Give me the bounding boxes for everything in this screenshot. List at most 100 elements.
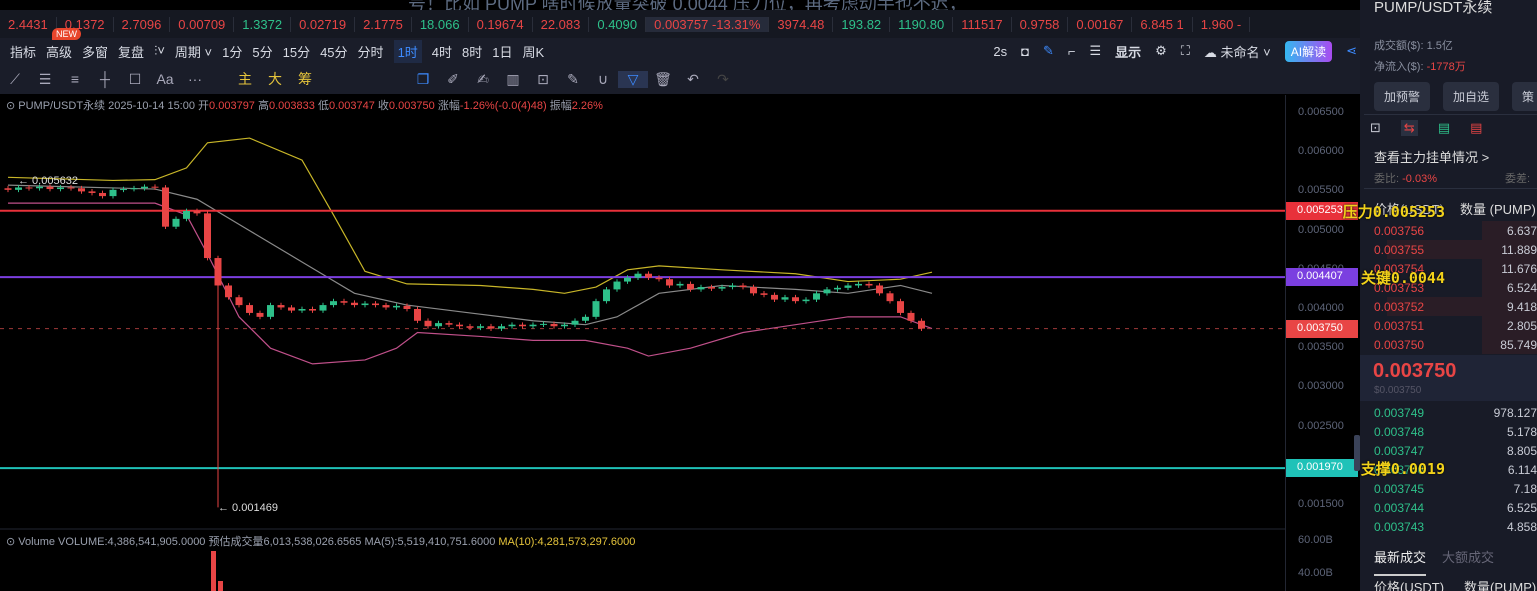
chips-button[interactable]: 筹 xyxy=(290,69,320,89)
trades-qty-header: 数量(PUMP) xyxy=(1464,580,1537,591)
ticker-item[interactable]: 2.7096 xyxy=(114,16,171,32)
horizontal-ray-icon[interactable]: ┼ xyxy=(90,71,120,87)
orderbook-row[interactable]: 0.003747 8.805 xyxy=(1360,441,1537,460)
orderbook-row[interactable]: 0.003744 6.525 xyxy=(1360,498,1537,517)
orderbook-row[interactable]: 0.003755 11.889 xyxy=(1360,240,1537,259)
bid-ask-diff-label: 委差: xyxy=(1505,173,1531,185)
orderbook-row[interactable]: 0.003748 5.178 xyxy=(1360,422,1537,441)
ticker-strip[interactable]: 2.4431 0.1372 2.7096 0.00709 1.3372 0.02719 2.… xyxy=(0,10,1360,38)
orderbook-row[interactable]: 0.003750 85.749 xyxy=(1360,335,1537,354)
big-order-button[interactable]: 大 xyxy=(260,69,290,89)
bids-view-icon[interactable]: ▤ xyxy=(1438,120,1450,136)
toolbar-item[interactable]: 4时 xyxy=(432,42,452,61)
orderbook-row[interactable]: 0.003752 9.418 xyxy=(1360,297,1537,316)
undo-icon[interactable]: ↶ xyxy=(678,71,708,88)
trendline-icon[interactable]: ⟋ xyxy=(0,71,30,88)
price-axis[interactable]: 0.0065000.0060000.0055000.0050000.004500… xyxy=(1285,95,1360,591)
toolbar-item[interactable]: 周期 ˅ xyxy=(175,42,212,61)
candle-body xyxy=(603,289,610,302)
copy-icon[interactable]: ❐ xyxy=(408,71,438,88)
asks-view-icon[interactable]: ▤ xyxy=(1470,120,1482,136)
fullscreen-icon[interactable]: ⛶ xyxy=(1181,43,1190,59)
layout-select[interactable]: ☁ 未命名 ˅ xyxy=(1204,42,1271,61)
parallel-lines-icon[interactable]: ☰ xyxy=(30,71,60,88)
toolbar-item[interactable]: 分时 xyxy=(358,42,384,61)
trash-icon[interactable]: 🗑 xyxy=(648,71,678,88)
toolbar-item[interactable]: 5分 xyxy=(252,42,272,61)
ticker-item[interactable]: 1.3372 xyxy=(234,16,292,32)
ticker-item[interactable]: 0.02719 xyxy=(291,16,356,32)
ticker-item[interactable]: 0.19674 xyxy=(469,16,533,32)
toolbar-item[interactable]: 8时 xyxy=(462,42,482,61)
settings-icon[interactable]: ⚙ xyxy=(1155,43,1167,59)
refresh-interval[interactable]: 2s xyxy=(993,44,1007,59)
add-alert-button[interactable]: 加预警 xyxy=(1374,82,1431,111)
ticker-item[interactable]: 22.083 xyxy=(533,16,590,32)
price-tick: 0.001500 xyxy=(1298,498,1344,510)
add-window-icon[interactable]: ⌐ xyxy=(1068,44,1076,59)
orderbook-row[interactable]: 0.003745 7.18 xyxy=(1360,479,1537,498)
text-tool[interactable]: Aa xyxy=(150,71,180,87)
ai-button[interactable]: AI解读 xyxy=(1284,40,1333,62)
more-tools[interactable]: ··· xyxy=(180,71,210,87)
strategy-button[interactable]: 策 xyxy=(1512,82,1537,111)
ticker-item[interactable]: 111517 xyxy=(953,16,1012,32)
toolbar-item[interactable]: 周K xyxy=(523,42,545,61)
change-value: -1.26%(-0.0(4)48) xyxy=(459,100,547,112)
price-chart[interactable]: ← 0.005632 ← 0.001469 xyxy=(0,95,1285,591)
camera-icon[interactable]: ◘ xyxy=(1021,44,1029,59)
ticker-item[interactable]: 18.066 xyxy=(412,16,469,32)
collapse-icon[interactable]: ⊙ xyxy=(6,100,15,112)
toolbar-item[interactable]: 15分 xyxy=(283,42,310,61)
redo-icon[interactable]: ↷ xyxy=(708,71,738,88)
ticker-item[interactable]: 3974.48 xyxy=(769,16,834,32)
both-view-icon[interactable]: ⇆ xyxy=(1400,120,1418,136)
brush-icon[interactable]: ✍ xyxy=(468,71,498,88)
toolbar-item[interactable]: 1日 xyxy=(492,42,512,61)
toolbar-item[interactable]: 1时 xyxy=(393,39,422,63)
ruler-icon[interactable]: ✐ xyxy=(438,71,468,88)
ticker-item[interactable]: 1190.80 xyxy=(890,16,954,32)
tab-large-trades[interactable]: 大额成交 xyxy=(1442,547,1494,566)
ticker-item[interactable]: 0.003757 -13.31% xyxy=(646,16,770,32)
toolbar-item[interactable]: 1分 xyxy=(222,42,242,61)
filter-icon[interactable]: ▽ xyxy=(618,70,648,88)
ticker-item[interactable]: 0.4090 xyxy=(589,16,647,32)
depth-view-icon[interactable]: ⊡ xyxy=(1370,120,1381,136)
toolbar-item[interactable]: 多窗 xyxy=(82,42,108,61)
ticker-item[interactable]: 6.845 1 xyxy=(1132,16,1193,32)
tab-latest-trades[interactable]: 最新成交 xyxy=(1374,547,1427,576)
add-favorite-button[interactable]: 加自选 xyxy=(1443,82,1500,111)
horizontal-lines-icon[interactable]: ≡ xyxy=(60,71,90,87)
ticker-item[interactable]: 0.00167 xyxy=(1068,16,1133,32)
orderbook-row[interactable]: 0.003751 2.805 xyxy=(1360,316,1537,335)
toolbar-item[interactable]: 45分 xyxy=(320,42,347,61)
pencil-icon[interactable]: ✎ xyxy=(1043,43,1054,59)
ticker-item[interactable]: 0.9758 xyxy=(1012,16,1069,32)
ticker-item[interactable]: 0.00709 xyxy=(170,16,235,32)
turnover-value: 1.5亿 xyxy=(1426,40,1453,52)
candles-icon[interactable]: ▥ xyxy=(498,71,528,88)
candle-body xyxy=(340,301,348,303)
toolbar-item[interactable]: 指标 xyxy=(10,42,36,61)
share-icon[interactable]: ⋖ xyxy=(1346,43,1357,59)
ticker-item[interactable]: 2.1775 xyxy=(355,16,412,32)
ticker-item[interactable]: 2.4431 xyxy=(0,16,57,32)
chart-type-icon[interactable]: ⫶˅ xyxy=(154,43,165,59)
note-icon[interactable]: ✎ xyxy=(558,71,588,88)
orderbook-row[interactable]: 0.003756 6.637 xyxy=(1360,221,1537,240)
lock-icon[interactable]: ⊡ xyxy=(528,71,558,88)
collapse-icon[interactable]: ⊙ xyxy=(6,536,15,548)
toolbar-item[interactable]: 高级 xyxy=(46,42,72,61)
display-button[interactable]: 显示 xyxy=(1115,42,1141,61)
orderbook-row[interactable]: 0.003743 4.858 xyxy=(1360,517,1537,536)
magnet-icon[interactable]: ∪ xyxy=(588,71,618,88)
main-orders-link[interactable]: 查看主力挂单情况 > xyxy=(1374,147,1489,166)
orderbook-row[interactable]: 0.003749 978.127 xyxy=(1360,403,1537,422)
ticker-item[interactable]: 193.82 xyxy=(833,16,891,32)
rectangle-icon[interactable]: ☐ xyxy=(120,71,150,88)
list-icon[interactable]: ☰ xyxy=(1089,43,1101,59)
toolbar-item[interactable]: 复盘 xyxy=(118,42,144,61)
main-force-button[interactable]: 主 xyxy=(230,69,260,89)
ticker-item[interactable]: 1.960 - xyxy=(1193,16,1251,32)
